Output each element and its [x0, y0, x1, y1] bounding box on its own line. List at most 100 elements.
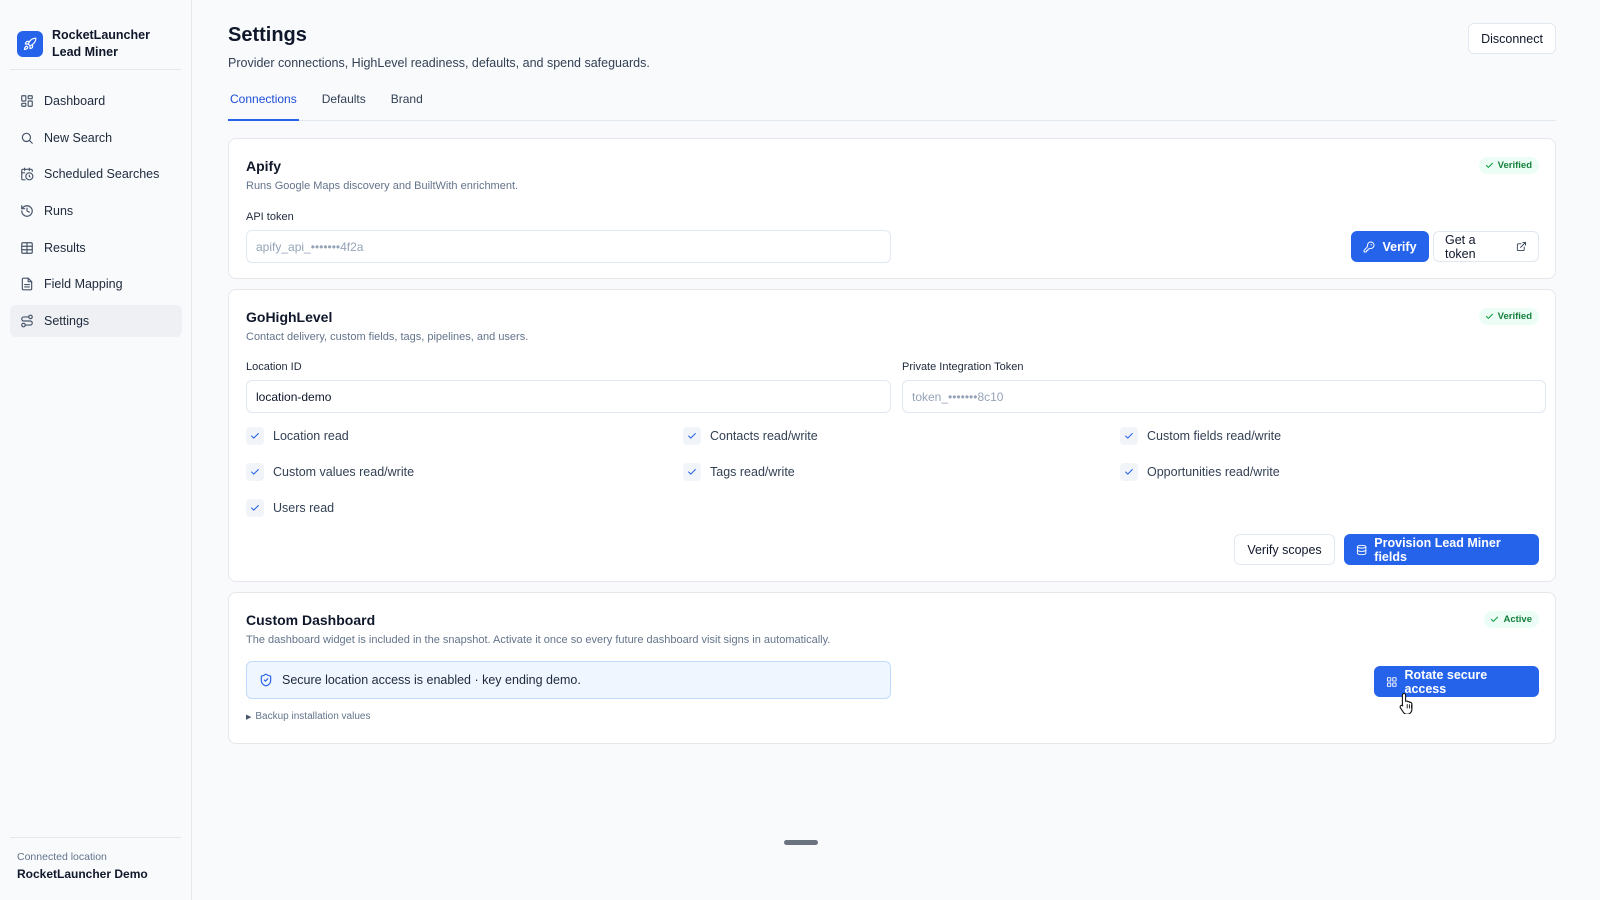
- check-icon: [1120, 427, 1138, 445]
- secure-access-text: Secure location access is enabled · key …: [282, 673, 581, 687]
- verify-button[interactable]: Verify: [1351, 231, 1429, 262]
- scope-custom-fields: Custom fields read/write: [1120, 427, 1281, 445]
- private-token-label: Private Integration Token: [902, 361, 1024, 373]
- api-token-label: API token: [246, 211, 294, 223]
- scope-label: Opportunities read/write: [1147, 465, 1280, 479]
- file-text-icon: [20, 277, 34, 291]
- provision-fields-label: Provision Lead Miner fields: [1374, 535, 1501, 564]
- check-icon: [683, 463, 701, 481]
- get-token-button[interactable]: Get a token: [1433, 231, 1539, 262]
- sidebar-item-label: Results: [44, 240, 86, 255]
- apify-title: Apify: [246, 158, 281, 174]
- custom-dashboard-card: Custom Dashboard The dashboard widget is…: [228, 592, 1556, 744]
- status-badge: Verified: [1478, 308, 1539, 325]
- calendar-clock-icon: [20, 167, 34, 181]
- sidebar-item-label: Scheduled Searches: [44, 167, 160, 182]
- sidebar-item-runs[interactable]: Runs: [10, 195, 182, 227]
- scope-label: Location read: [273, 429, 349, 443]
- check-icon: [1120, 463, 1138, 481]
- sidebar-item-new-search[interactable]: New Search: [10, 122, 182, 154]
- api-token-input[interactable]: apify_api_•••••••4f2a: [246, 230, 891, 263]
- scope-users: Users read: [246, 499, 334, 517]
- check-icon: [1485, 162, 1493, 168]
- gohighlevel-card: GoHighLevel Contact delivery, custom fie…: [228, 289, 1556, 582]
- layout-grid-icon: [20, 94, 34, 108]
- location-id-input[interactable]: location-demo: [246, 380, 891, 413]
- tab-connections[interactable]: Connections: [228, 88, 299, 121]
- disconnect-button[interactable]: Disconnect: [1468, 23, 1556, 54]
- settings-tabs: Connections Defaults Brand: [228, 88, 1556, 121]
- external-link-icon: [1517, 241, 1527, 252]
- sidebar-item-results[interactable]: Results: [10, 232, 182, 264]
- brand-name-line1: RocketLauncher: [52, 28, 150, 42]
- sidebar-divider: [10, 69, 181, 70]
- status-badge-label: Active: [1503, 614, 1532, 625]
- connected-location-label: Connected location: [17, 851, 107, 863]
- page-subtitle: Provider connections, HighLevel readines…: [228, 56, 650, 70]
- scroll-handle[interactable]: [784, 840, 818, 845]
- status-badge-label: Verified: [1497, 311, 1532, 322]
- private-token-input[interactable]: token_•••••••8c10: [902, 380, 1546, 413]
- search-icon: [20, 131, 34, 145]
- scope-label: Users read: [273, 501, 335, 515]
- check-icon: [246, 499, 264, 517]
- shield-check-icon: [260, 673, 272, 687]
- check-icon: [1491, 616, 1499, 622]
- sidebar-item-label: New Search: [44, 130, 113, 145]
- apify-description: Runs Google Maps discovery and BuiltWith…: [246, 180, 519, 192]
- history-icon: [20, 204, 34, 218]
- sidebar-item-label: Dashboard: [44, 94, 106, 108]
- scope-location-read: Location read: [246, 427, 349, 445]
- scope-custom-values: Custom values read/write: [246, 463, 414, 481]
- gohighlevel-title: GoHighLevel: [246, 309, 333, 325]
- key-icon: [1363, 241, 1375, 252]
- scope-contacts: Contacts read/write: [683, 427, 818, 445]
- custom-dashboard-title: Custom Dashboard: [246, 612, 376, 628]
- get-token-label: Get a token: [1445, 232, 1476, 261]
- status-badge: Active: [1484, 611, 1539, 628]
- tab-defaults[interactable]: Defaults: [320, 88, 368, 121]
- apify-card: Apify Runs Google Maps discovery and Bui…: [228, 138, 1556, 279]
- main-content: Settings Provider connections, HighLevel…: [192, 0, 1600, 900]
- status-badge: Verified: [1478, 157, 1539, 174]
- gohighlevel-description: Contact delivery, custom fields, tags, p…: [246, 331, 529, 343]
- scope-label: Tags read/write: [710, 465, 795, 479]
- route-icon: [20, 314, 34, 328]
- hand-pointer-cursor-icon: [1399, 692, 1413, 714]
- sidebar-item-scheduled-searches[interactable]: Scheduled Searches: [10, 158, 182, 190]
- tab-brand[interactable]: Brand: [389, 88, 425, 121]
- connected-location-name: RocketLauncher Demo: [17, 867, 148, 881]
- location-id-label: Location ID: [246, 361, 302, 373]
- sidebar-item-label: Runs: [44, 204, 74, 219]
- rocket-icon: [17, 31, 43, 57]
- brand[interactable]: RocketLauncher Lead Miner: [0, 0, 191, 70]
- scope-label: Custom fields read/write: [1147, 429, 1282, 443]
- verify-scopes-button[interactable]: Verify scopes: [1234, 534, 1335, 565]
- sidebar-item-dashboard[interactable]: Dashboard: [10, 85, 182, 117]
- table-icon: [20, 241, 34, 255]
- check-icon: [246, 463, 264, 481]
- sidebar-item-label: Settings: [44, 314, 90, 329]
- sidebar-nav: Dashboard New Search Scheduled Searches …: [10, 85, 182, 342]
- check-icon: [246, 427, 264, 445]
- layout-grid-icon: [1386, 676, 1397, 687]
- provision-fields-button[interactable]: Provision Lead Miner fields: [1344, 534, 1539, 565]
- database-icon: [1356, 544, 1367, 555]
- check-icon: [683, 427, 701, 445]
- sidebar-item-field-mapping[interactable]: Field Mapping: [10, 268, 182, 300]
- rotate-secure-access-label: Rotate secure access: [1404, 667, 1488, 696]
- brand-name-line2: Lead Miner: [52, 45, 118, 59]
- check-icon: [1485, 313, 1493, 319]
- verify-button-label: Verify: [1382, 239, 1417, 254]
- caret-right-icon: ▶: [246, 713, 252, 721]
- scope-label: Contacts read/write: [710, 429, 818, 443]
- status-badge-label: Verified: [1497, 160, 1532, 171]
- sidebar-item-label: Field Mapping: [44, 277, 123, 292]
- sidebar-item-settings[interactable]: Settings: [10, 305, 182, 338]
- backup-installation-label: Backup installation values: [255, 711, 371, 722]
- page-title: Settings: [228, 24, 307, 46]
- custom-dashboard-description: The dashboard widget is included in the …: [246, 634, 831, 646]
- secure-access-notice: Secure location access is enabled · key …: [246, 661, 891, 699]
- backup-installation-toggle[interactable]: ▶ Backup installation values: [246, 711, 370, 722]
- scope-label: Custom values read/write: [273, 465, 415, 479]
